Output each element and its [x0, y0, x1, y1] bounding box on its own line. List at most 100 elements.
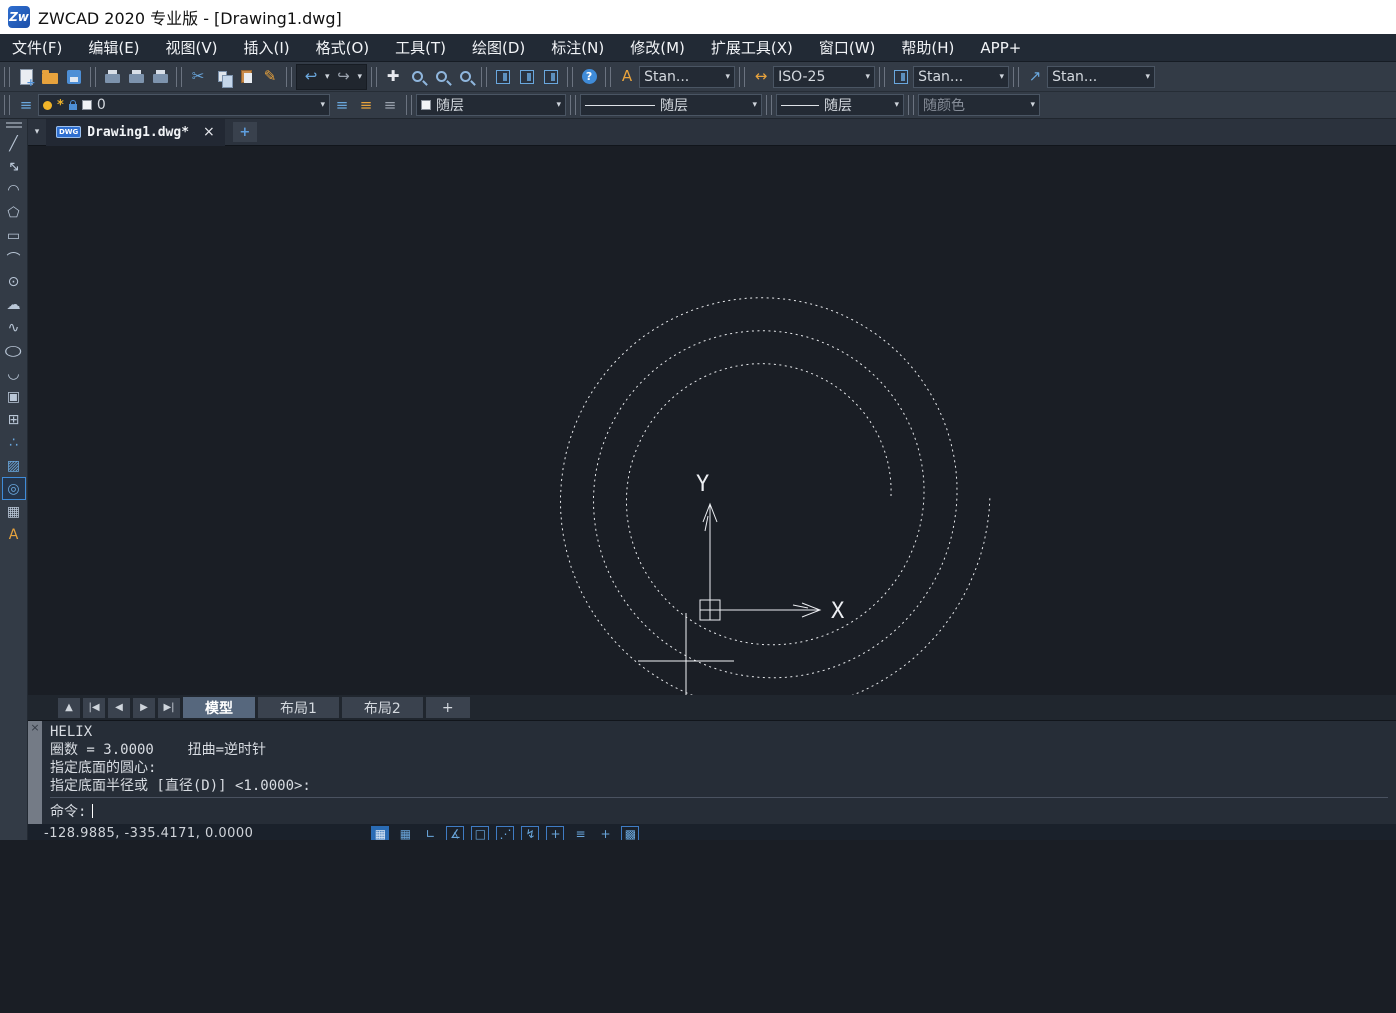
snap-toggle[interactable]: ▦ — [396, 826, 414, 840]
mtext-button[interactable]: A — [2, 523, 26, 546]
table-style-button[interactable] — [889, 66, 913, 88]
help-button[interactable]: ? — [577, 66, 601, 88]
lineweight-select[interactable]: 随层 ▾ — [776, 94, 904, 116]
tab-model[interactable]: 模型 — [183, 697, 255, 718]
dim-style-button[interactable]: ↔ — [749, 66, 773, 88]
menu-modify[interactable]: 修改(M) — [630, 37, 685, 58]
layer-lock-icon[interactable] — [69, 104, 77, 110]
command-panel-handle[interactable]: × — [28, 721, 42, 824]
layer-select[interactable]: * 0 ▾ — [38, 94, 330, 116]
menu-draw[interactable]: 绘图(D) — [472, 37, 525, 58]
ortho-toggle[interactable]: ∟ — [421, 826, 439, 840]
command-history[interactable]: HELIX 圈数 = 3.0000 扭曲=逆时针 指定底面的圆心: 指定底面半径… — [42, 721, 1396, 824]
add-toggle-button[interactable]: + — [596, 826, 614, 840]
lineweight-toggle[interactable]: + — [546, 826, 564, 840]
ellipse-arc-button[interactable]: ◡ — [2, 362, 26, 385]
layer-on-icon[interactable] — [43, 101, 52, 110]
layout-menu-button[interactable]: ▲ — [58, 698, 80, 718]
last-tab-button[interactable]: ▶| — [158, 698, 180, 718]
new-doc-tab-button[interactable]: + — [233, 122, 257, 142]
menu-dimension[interactable]: 标注(N) — [551, 37, 604, 58]
open-button[interactable] — [38, 66, 62, 88]
color-select[interactable]: 随层 ▾ — [416, 94, 566, 116]
save-button[interactable] — [62, 66, 86, 88]
menu-tools[interactable]: 工具(T) — [395, 37, 446, 58]
polygon-button[interactable]: ⬠ — [2, 201, 26, 224]
undo-button[interactable]: ↩ — [299, 66, 323, 88]
rectangle-button[interactable]: ▭ — [2, 224, 26, 247]
arc-button[interactable]: ⌒ — [2, 247, 26, 270]
zoom-window-button[interactable] — [429, 66, 453, 88]
polar-toggle[interactable]: ∡ — [446, 826, 464, 840]
table-style-select[interactable]: Stan... ▾ — [913, 66, 1009, 88]
grid-toggle[interactable]: ▦ — [371, 826, 389, 840]
layer-previous-button[interactable]: ≡ — [354, 94, 378, 116]
menu-edit[interactable]: 编辑(E) — [88, 37, 139, 58]
menu-help[interactable]: 帮助(H) — [901, 37, 954, 58]
layer-manager-button[interactable]: ≡ — [14, 94, 38, 116]
text-style-button[interactable]: A — [615, 66, 639, 88]
mleader-style-button[interactable]: ↗ — [1023, 66, 1047, 88]
tab-layout2[interactable]: 布局2 — [342, 697, 423, 718]
toolbar-grip[interactable] — [4, 95, 10, 115]
status-menu-button[interactable]: ≡ — [571, 826, 589, 840]
toolbar-grip[interactable] — [6, 122, 22, 128]
line-button[interactable]: ╱ — [2, 132, 26, 155]
next-tab-button[interactable]: ▶ — [133, 698, 155, 718]
layer-freeze-icon[interactable]: * — [57, 98, 64, 113]
new-file-button[interactable] — [14, 66, 38, 88]
print-button[interactable] — [100, 66, 124, 88]
doc-tab-list-button[interactable]: ▾ — [28, 127, 46, 137]
undo-dropdown-button[interactable]: ▾ — [325, 72, 330, 82]
properties-palette-button[interactable] — [491, 66, 515, 88]
plot-button[interactable] — [148, 66, 172, 88]
match-properties-button[interactable]: ✎ — [258, 66, 282, 88]
mleader-style-select[interactable]: Stan... ▾ — [1047, 66, 1155, 88]
otrack-toggle[interactable]: ⋰ — [496, 826, 514, 840]
print-preview-button[interactable] — [124, 66, 148, 88]
menu-express-tools[interactable]: 扩展工具(X) — [711, 37, 793, 58]
spline-button[interactable]: ∿ — [2, 316, 26, 339]
dynamic-input-toggle[interactable]: ↯ — [521, 826, 539, 840]
helix-entity[interactable] — [561, 298, 991, 695]
pan-button[interactable]: ✚ — [381, 66, 405, 88]
command-close-icon[interactable]: × — [30, 721, 39, 734]
osnap-toggle[interactable]: □ — [471, 826, 489, 840]
model-space-canvas[interactable]: Y X — [28, 146, 1396, 695]
zoom-realtime-button[interactable] — [405, 66, 429, 88]
construction-line-button[interactable]: ↔ — [2, 155, 26, 178]
redo-dropdown-button[interactable]: ▾ — [358, 72, 363, 82]
first-tab-button[interactable]: |◀ — [83, 698, 105, 718]
design-center-button[interactable] — [515, 66, 539, 88]
tab-layout1[interactable]: 布局1 — [258, 697, 339, 718]
add-layout-button[interactable]: + — [426, 697, 470, 718]
tool-palettes-button[interactable] — [539, 66, 563, 88]
paste-button[interactable] — [234, 66, 258, 88]
zoom-previous-button[interactable] — [453, 66, 477, 88]
command-input-row[interactable]: 命令: — [50, 797, 1388, 821]
copy-button[interactable] — [210, 66, 234, 88]
menu-view[interactable]: 视图(V) — [166, 37, 218, 58]
menu-file[interactable]: 文件(F) — [12, 37, 62, 58]
text-style-select[interactable]: Stan... ▾ — [639, 66, 735, 88]
polyline-button[interactable]: ◠ — [2, 178, 26, 201]
drawing-viewport[interactable]: Y X — [28, 146, 1396, 695]
redo-button[interactable]: ↪ — [332, 66, 356, 88]
ellipse-button[interactable]: ○ — [2, 339, 26, 362]
table-button[interactable]: ▦ — [2, 500, 26, 523]
doc-tab-close-icon[interactable]: × — [203, 124, 215, 140]
doc-tab-drawing1[interactable]: DWG Drawing1.dwg* × — [46, 119, 225, 146]
hatch-button[interactable]: ▨ — [2, 454, 26, 477]
dim-style-select[interactable]: ISO-25 ▾ — [773, 66, 875, 88]
cut-button[interactable]: ✂ — [186, 66, 210, 88]
insert-block-button[interactable]: ▣ — [2, 385, 26, 408]
prev-tab-button[interactable]: ◀ — [108, 698, 130, 718]
point-button[interactable]: ∴ — [2, 431, 26, 454]
make-layer-current-button[interactable]: ≡ — [330, 94, 354, 116]
revcloud-button[interactable]: ☁ — [2, 293, 26, 316]
circle-button[interactable]: ⊙ — [2, 270, 26, 293]
menu-window[interactable]: 窗口(W) — [819, 37, 876, 58]
menu-insert[interactable]: 插入(I) — [244, 37, 290, 58]
toolbar-grip[interactable] — [4, 67, 10, 87]
make-block-button[interactable]: ⊞ — [2, 408, 26, 431]
